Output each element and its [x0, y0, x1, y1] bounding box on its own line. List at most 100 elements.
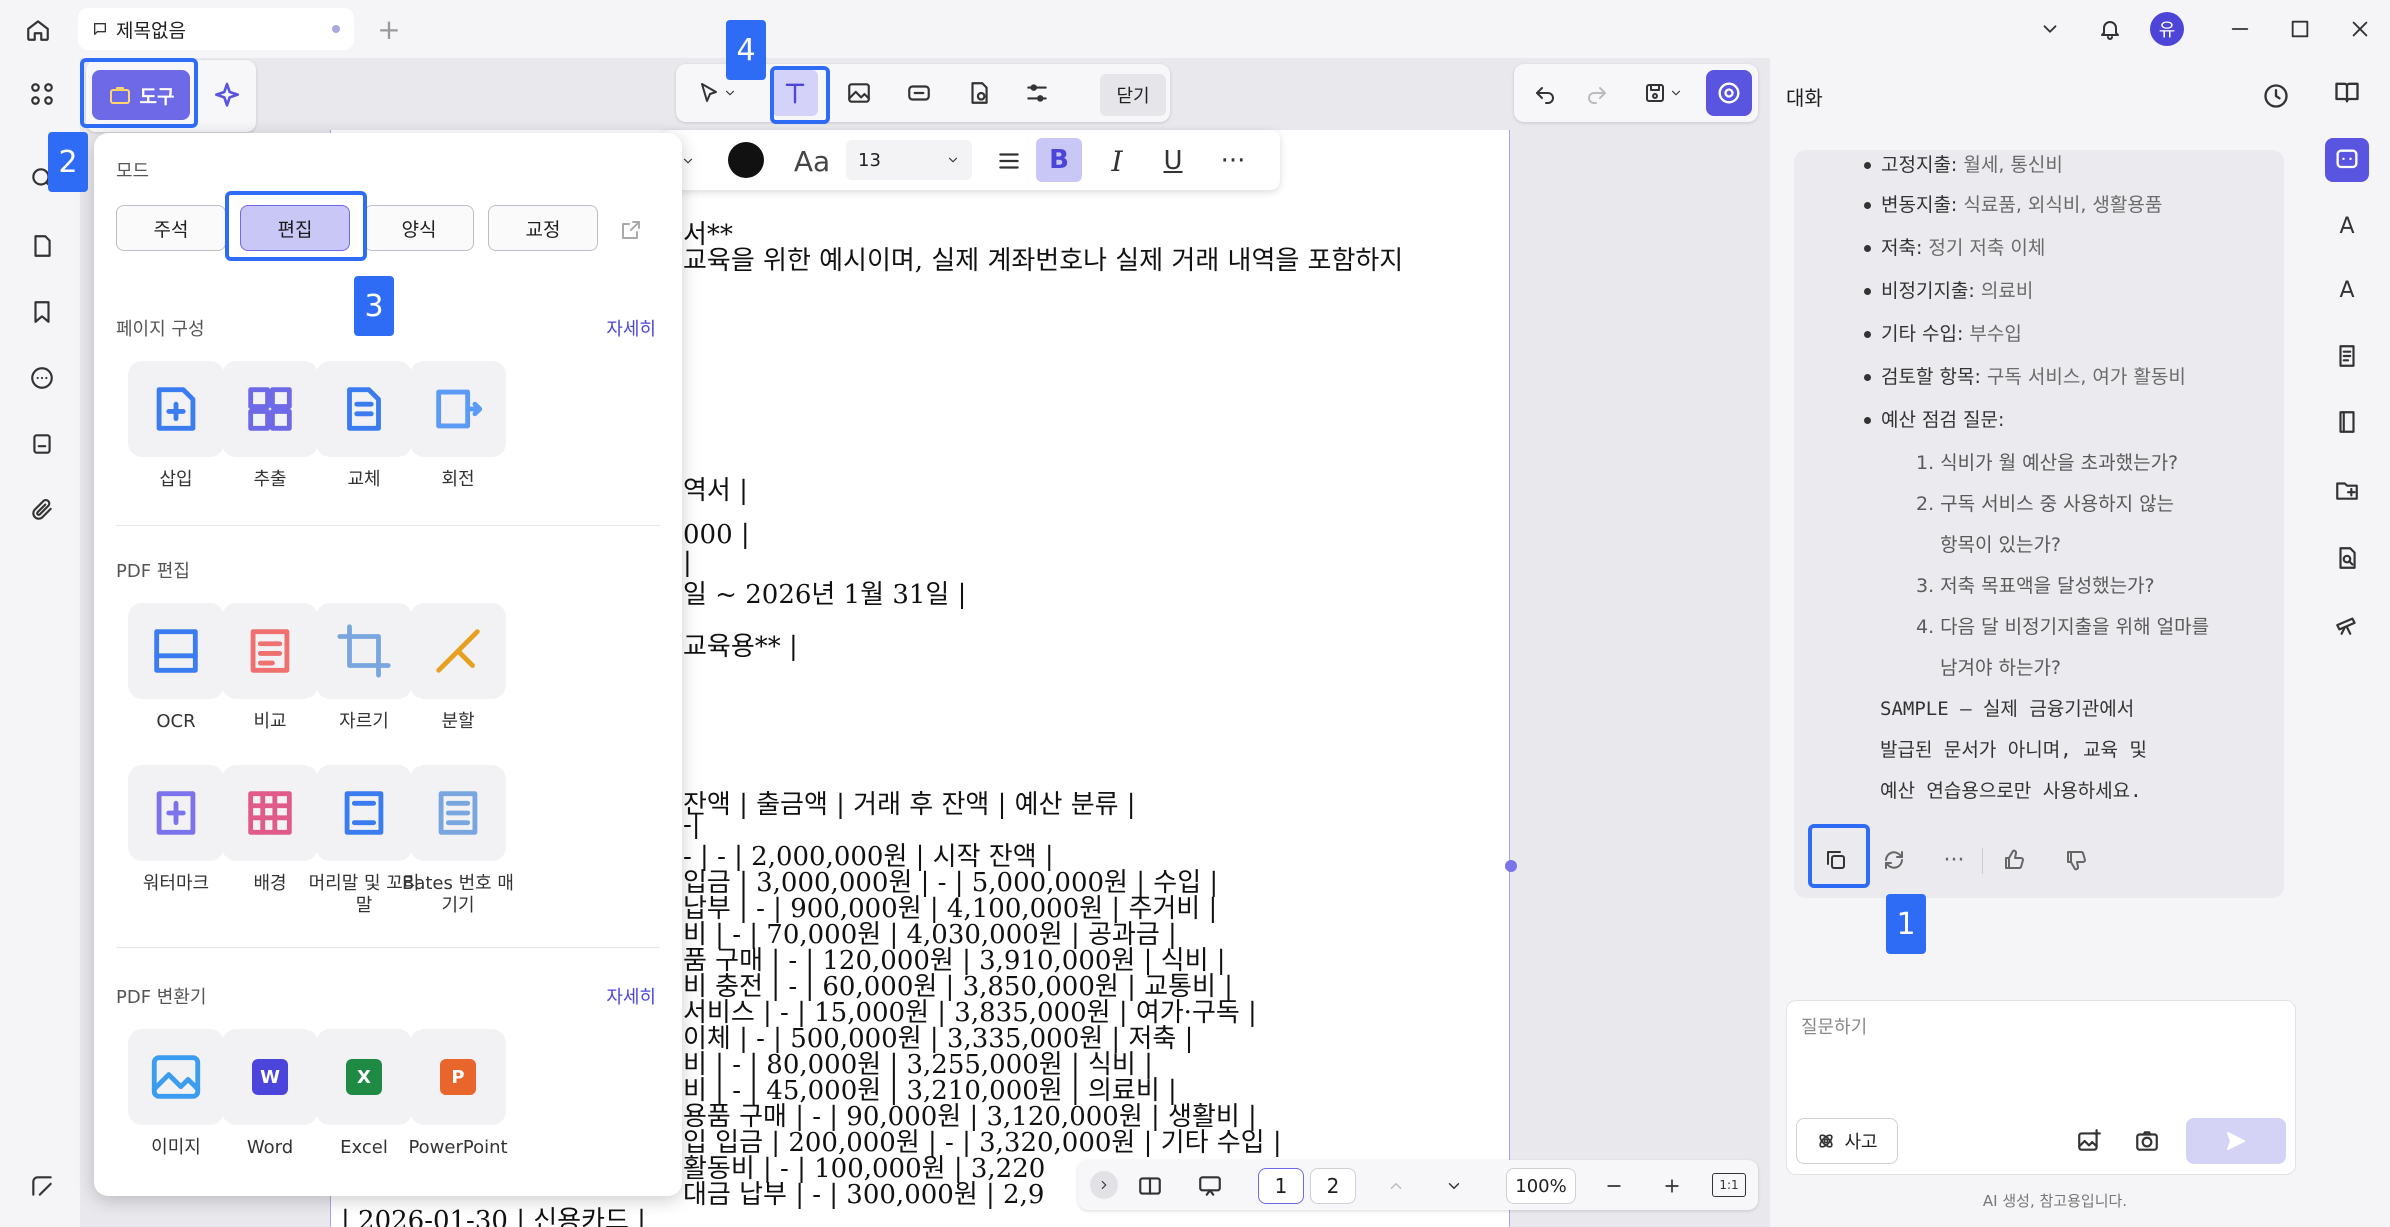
edit-section-title: PDF 편집 [116, 561, 190, 582]
color-swatch[interactable] [728, 142, 764, 178]
tab-title: 제목없음 [116, 19, 186, 42]
italic-icon[interactable]: I [1096, 140, 1138, 182]
layers-icon[interactable] [22, 424, 62, 464]
doc-line[interactable]: 교육을 위한 예시이며, 실제 계좌번호나 실제 거래 내역을 포함하지 [683, 240, 1403, 277]
font-family-icon[interactable]: Aa [782, 140, 842, 182]
page-section-more-link[interactable]: 자세히 [606, 315, 656, 341]
page-icon[interactable] [22, 226, 62, 266]
convert-section-more-link[interactable]: 자세히 [606, 983, 656, 1009]
more-options-icon[interactable]: ··· [1212, 140, 1254, 182]
doc-line[interactable]: 역서 | [683, 470, 748, 507]
translate-page-icon[interactable]: A [2325, 268, 2369, 312]
telescope-icon[interactable] [2325, 602, 2369, 646]
bullet-key: 검토할 항목: [1881, 366, 1981, 388]
page-2-button[interactable]: 2 [1310, 1168, 1356, 1204]
think-toggle-button[interactable]: 사고 [1796, 1118, 1898, 1164]
mode-proofread-button[interactable]: 교정 [488, 205, 598, 251]
underline-icon[interactable]: U [1152, 140, 1194, 182]
bullet-key: 비정기지출: [1881, 280, 1975, 302]
book-open-icon[interactable] [2325, 70, 2369, 114]
insert-page-icon [147, 380, 205, 438]
translate-icon[interactable]: A [2325, 204, 2369, 248]
ai-chat-icon[interactable] [2325, 138, 2369, 182]
close-edit-button[interactable]: 닫기 [1100, 74, 1166, 116]
history-clock-icon[interactable] [2256, 76, 2296, 116]
minimize-icon[interactable] [2220, 10, 2260, 48]
link-tool-icon[interactable] [898, 72, 940, 114]
chevron-down-icon[interactable] [1664, 72, 1688, 114]
sidebar-toggle-icon[interactable] [22, 1166, 62, 1206]
grid-apps-icon[interactable] [22, 74, 62, 114]
chat-input-placeholder: 질문하기 [1801, 1017, 1868, 1038]
bell-icon[interactable] [2090, 10, 2130, 48]
attachment-icon[interactable] [22, 490, 62, 530]
split-tile[interactable]: 분할 [398, 603, 518, 733]
doc-line[interactable]: 일 ~ 2026년 1월 31일 | [683, 574, 966, 611]
document-tab[interactable]: 제목없음 [78, 8, 354, 50]
selection-handle[interactable] [1505, 860, 1517, 872]
thumbs-down-icon[interactable] [2056, 840, 2096, 880]
summarize-icon[interactable] [2325, 334, 2369, 378]
page-1-button[interactable]: 1 [1258, 1168, 1304, 1204]
close-window-icon[interactable] [2340, 10, 2380, 48]
avatar[interactable]: 유 [2150, 12, 2184, 46]
page-navigator: 1 2 100% 1:1 [1078, 1160, 1758, 1210]
search-page-icon[interactable] [2325, 536, 2369, 580]
send-icon [2224, 1129, 2248, 1153]
camera-icon[interactable] [2126, 1120, 2168, 1162]
actual-size-icon[interactable]: 1:1 [1712, 1173, 1746, 1197]
question-line: 1. 식비가 월 예산을 초과했는가? [1916, 452, 2179, 474]
question-line: 항목이 있는가? [1940, 534, 2062, 556]
zoom-level-input[interactable]: 100% [1506, 1168, 1576, 1204]
doc-line[interactable]: 000 | [683, 520, 750, 550]
bates-tile[interactable]: Bates 번호 매기기 [398, 765, 518, 917]
background-palette-icon [241, 784, 299, 842]
folder-add-icon[interactable] [2325, 468, 2369, 512]
mode-annotate-button[interactable]: 주석 [116, 205, 226, 251]
zoom-out-icon[interactable] [1594, 1168, 1634, 1204]
stamp-tool-icon[interactable] [958, 72, 1000, 114]
chevron-down-icon[interactable] [1434, 1168, 1474, 1204]
comment-icon[interactable] [22, 358, 62, 398]
thumbs-up-icon[interactable] [1994, 840, 2034, 880]
presentation-icon[interactable] [1188, 1168, 1232, 1204]
rotate-tile[interactable]: 회전 [398, 361, 518, 491]
maximize-icon[interactable] [2280, 10, 2320, 48]
bold-icon[interactable]: B [1036, 138, 1082, 182]
bookmark-icon[interactable] [22, 292, 62, 332]
doc-line[interactable]: 잔액 | 출금액 | 거래 후 잔액 | 예산 분류 | [683, 784, 1136, 821]
title-bar: 제목없음 + 유 [0, 0, 2390, 58]
ai-sparkle-icon[interactable] [205, 76, 249, 116]
chevron-right-icon[interactable] [1090, 1171, 1118, 1199]
settings-sliders-icon[interactable] [1016, 72, 1058, 114]
align-icon[interactable] [988, 140, 1030, 182]
ai-assistant-icon[interactable] [1706, 70, 1752, 116]
powerpoint-icon: P [440, 1059, 476, 1095]
font-size-select[interactable]: 13 [846, 140, 972, 180]
external-open-icon[interactable] [614, 213, 648, 247]
new-tab-plus-icon[interactable]: + [372, 12, 406, 46]
redo-icon[interactable] [1576, 72, 1618, 114]
doc-line[interactable]: 교육용** | [683, 626, 798, 663]
doc-line[interactable]: 대금 납부 | - | 300,000원 | 2,9 [683, 1174, 1044, 1211]
chevron-down-icon[interactable] [2030, 10, 2070, 48]
undo-icon[interactable] [1524, 72, 1566, 114]
home-icon[interactable] [20, 12, 56, 48]
doc-line[interactable]: | 2026-01-30 | 신용카드 | [341, 1200, 646, 1227]
to-powerpoint-tile[interactable]: P PowerPoint [398, 1029, 518, 1159]
two-page-view-icon[interactable] [1128, 1168, 1172, 1204]
image-upload-icon[interactable] [2068, 1120, 2110, 1162]
text-format-bar: Aa 13 B I U ··· [660, 130, 1280, 190]
chevron-up-icon[interactable] [1376, 1168, 1416, 1204]
zoom-in-icon[interactable] [1652, 1168, 1692, 1204]
image-tool-icon[interactable] [838, 72, 880, 114]
atom-icon [1816, 1131, 1836, 1151]
mode-form-button[interactable]: 양식 [364, 205, 474, 251]
bullet-item: 예산 점검 질문: [1864, 405, 2004, 432]
send-button[interactable] [2186, 1118, 2286, 1164]
bullet-item: 비정기지출: 의료비 [1864, 276, 2033, 303]
more-options-icon[interactable]: ··· [1934, 840, 1974, 880]
bullet-value: 구독 서비스, 여가 활동비 [1986, 366, 2186, 388]
library-icon[interactable] [2325, 400, 2369, 444]
regenerate-icon[interactable] [1874, 840, 1914, 880]
